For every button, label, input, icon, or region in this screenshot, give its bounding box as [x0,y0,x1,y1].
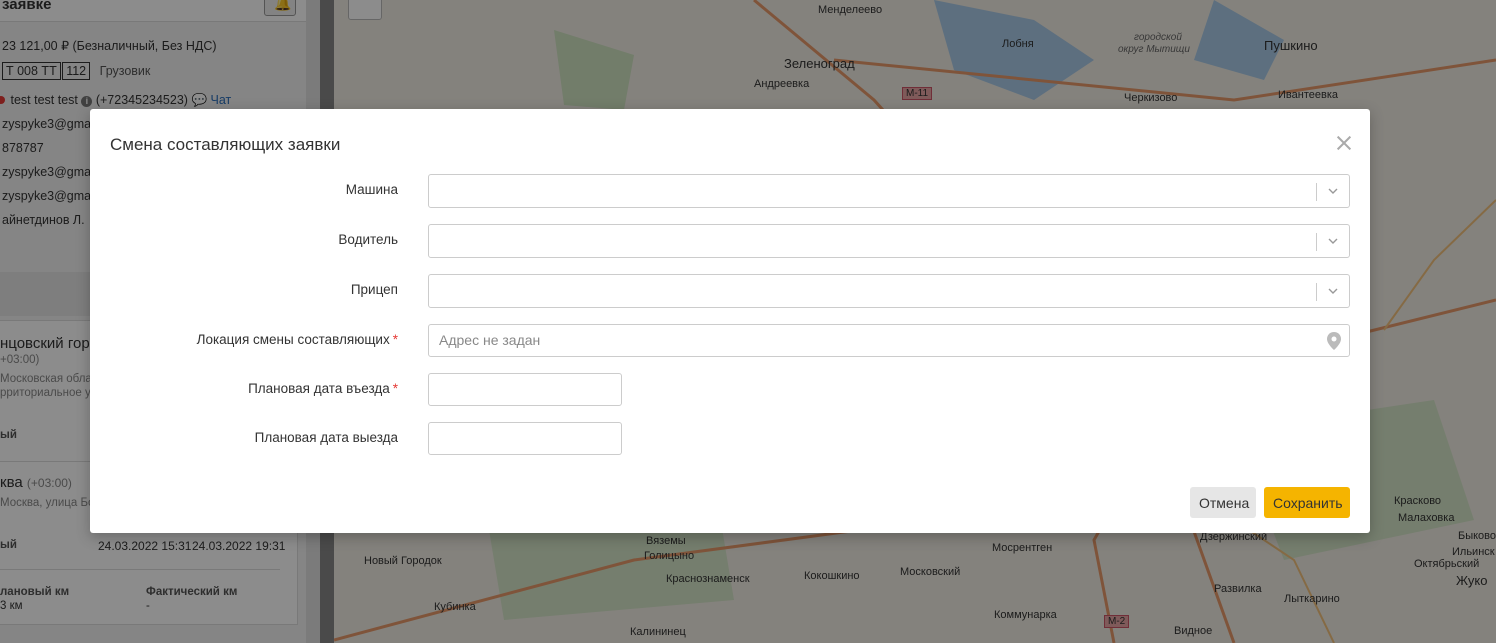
required-mark: * [392,381,398,396]
dialog-title: Смена составляющих заявки [110,135,341,154]
trailer-select[interactable] [428,274,1350,308]
close-icon[interactable] [1332,131,1356,155]
driver-select[interactable] [428,224,1350,258]
trailer-label: Прицеп [350,282,398,297]
select-separator [1316,283,1317,301]
chevron-down-icon [1328,188,1338,194]
select-separator [1316,233,1317,251]
select-separator [1316,183,1317,201]
location-label: Локация смены составляющих * [197,332,398,347]
location-label-text: Локация смены составляющих [196,332,390,347]
cancel-button[interactable]: Отмена [1190,487,1256,518]
entry-date-label-text: Плановая дата въезда [248,381,390,396]
exit-date-input[interactable] [437,430,613,446]
exit-date-label: Плановая дата выезда [254,430,398,445]
vehicle-label: Машина [345,182,398,197]
driver-label: Водитель [338,232,398,247]
required-mark: * [392,332,398,347]
entry-date-label: Плановая дата въезда * [248,381,398,396]
save-button[interactable]: Сохранить [1264,487,1350,518]
entry-date-input[interactable] [437,381,613,397]
vehicle-select[interactable] [428,174,1350,208]
entry-date-field[interactable] [428,373,622,406]
location-input[interactable] [439,332,1299,348]
location-field[interactable] [428,324,1350,357]
exit-date-field[interactable] [428,422,622,455]
chevron-down-icon [1328,238,1338,244]
map-pin-icon[interactable] [1327,332,1341,350]
chevron-down-icon [1328,288,1338,294]
change-order-components-dialog: Смена составляющих заявки Машина Водител… [90,109,1370,533]
